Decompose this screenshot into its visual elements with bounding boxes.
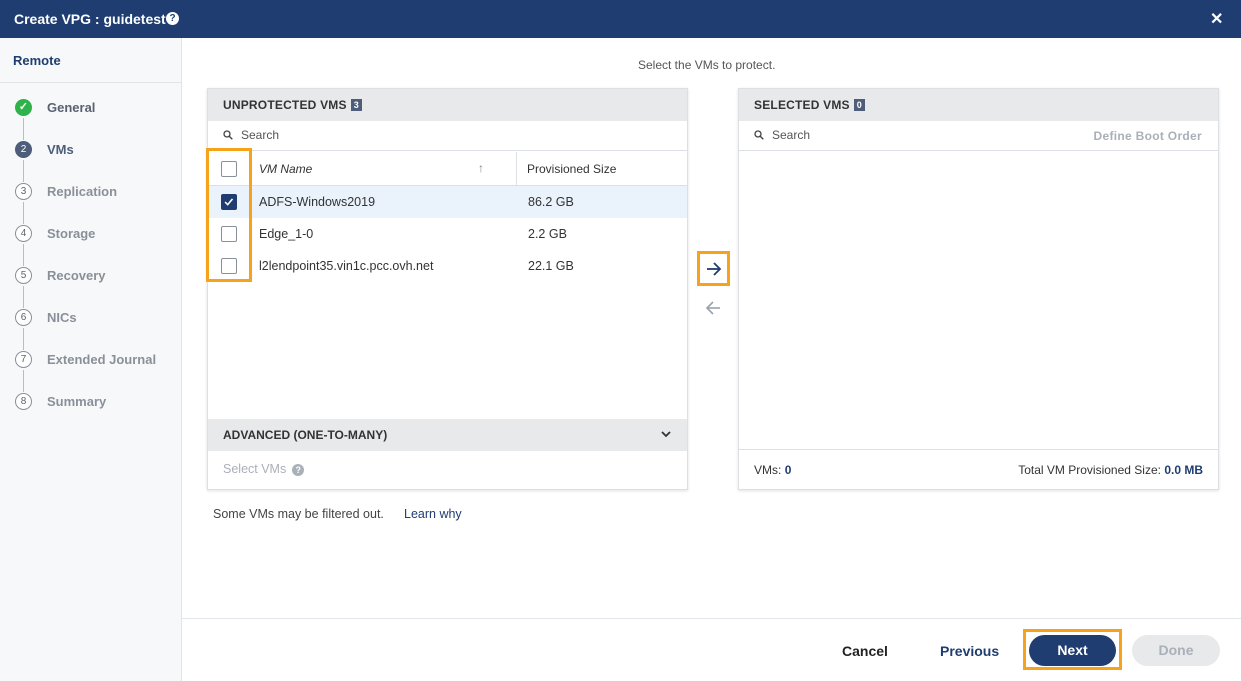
vms-count-value: 0 [784,463,792,477]
vm-size: 22.1 GB [528,259,574,273]
sidebar-section-remote: Remote [13,53,61,68]
step-number: 3 [15,183,32,200]
filter-note: Some VMs may be filtered out. [213,507,384,521]
step-number: 8 [15,393,32,410]
step-number: 5 [15,267,32,284]
search-bar [208,121,687,151]
learn-why-link[interactable]: Learn why [404,507,462,521]
cancel-button[interactable]: Cancel [842,643,888,659]
step-number: 4 [15,225,32,242]
step-number: 2 [15,141,32,158]
vm-size: 2.2 GB [528,227,567,241]
check-icon: ✓ [15,99,32,116]
step-storage[interactable]: 4 Storage [15,224,180,242]
vm-name: ADFS-Windows2019 [259,195,376,209]
step-connector [23,118,24,140]
step-label: Storage [47,226,96,241]
selected-summary: VMs: 0 Total VM Provisioned Size: 0.0 MB [739,449,1218,489]
done-button[interactable]: Done [1132,635,1220,666]
close-icon[interactable]: ✕ [1210,9,1223,29]
chevron-down-icon[interactable] [661,429,671,439]
step-connector [23,244,24,266]
count-badge: 0 [853,99,865,111]
next-button[interactable]: Next [1029,635,1116,666]
select-vms-label: Select VMs [223,462,287,476]
arrow-right-icon [707,262,722,276]
selected-vms-panel: SELECTED VMS0 Define Boot Order VMs: 0 T… [738,88,1219,490]
column-divider [516,152,517,186]
vm-name: l2lendpoint35.vin1c.pcc.ovh.net [259,259,434,273]
step-connector [23,202,24,224]
step-label: NICs [47,310,77,325]
table-row[interactable]: Edge_1-0 2.2 GB [208,218,687,250]
count-badge: 3 [350,99,362,111]
search-bar: Define Boot Order [739,121,1218,151]
step-label: VMs [47,142,74,157]
window-title: Create VPG : guidetest [14,11,166,27]
total-size-value: 0.0 MB [1164,463,1203,477]
total-size-label: Total VM Provisioned Size: [1018,463,1161,477]
unprotected-vms-panel: UNPROTECTED VMS3 VM Name ↑ Provisioned S… [207,88,688,490]
step-connector [23,370,24,392]
step-connector [23,286,24,308]
panel-header: UNPROTECTED VMS 3 [208,89,687,121]
step-number: 7 [15,351,32,368]
wizard-sidebar: Remote ✓ General 2 VMs 3 Replication 4 S… [0,38,182,681]
panel-title: UNPROTECTED VMS [223,98,347,112]
table-row[interactable]: l2lendpoint35.vin1c.pcc.ovh.net 22.1 GB [208,250,687,282]
step-replication[interactable]: 3 Replication [15,182,180,200]
panel-header: SELECTED VMS 0 [739,89,1218,121]
vm-name: Edge_1-0 [259,227,314,241]
step-number: 6 [15,309,32,326]
step-summary[interactable]: 8 Summary [15,392,180,410]
search-input[interactable] [241,128,461,142]
vm-size: 86.2 GB [528,195,574,209]
select-vms-field[interactable]: Select VMs? [223,462,305,476]
step-label: Recovery [47,268,106,283]
sidebar-divider [0,82,181,83]
step-label: Extended Journal [47,352,157,367]
step-label: General [47,100,96,115]
search-input[interactable] [772,128,992,142]
help-icon[interactable]: ? [292,464,305,476]
instruction-text: Select the VMs to protect. [638,58,776,72]
step-general[interactable]: ✓ General [15,98,180,116]
table-header: VM Name ↑ Provisioned Size [208,152,687,186]
advanced-section-header[interactable]: ADVANCED (ONE-TO-MANY) [208,419,687,451]
column-header-vm-name[interactable]: VM Name [259,162,312,176]
table-row[interactable]: ADFS-Windows2019 86.2 GB [208,186,687,218]
step-label: Replication [47,184,118,199]
sort-ascending-icon[interactable]: ↑ [478,161,484,175]
step-extended-journal[interactable]: 7 Extended Journal [15,350,180,368]
search-icon [754,130,764,140]
step-nics[interactable]: 6 NICs [15,308,180,326]
step-connector [23,160,24,182]
step-connector [23,328,24,350]
define-boot-order-link[interactable]: Define Boot Order [1094,129,1202,143]
previous-button[interactable]: Previous [940,643,999,659]
panel-title: SELECTED VMS [754,98,850,112]
help-icon[interactable]: ? [166,12,179,25]
column-header-provisioned-size[interactable]: Provisioned Size [527,162,616,176]
search-icon [223,130,233,140]
step-label: Summary [47,394,107,409]
step-recovery[interactable]: 5 Recovery [15,266,180,284]
add-to-selected-button[interactable] [697,251,730,286]
step-vms[interactable]: 2 VMs [15,140,180,158]
arrow-left-icon[interactable] [703,298,723,318]
vms-count-label: VMs: [754,463,782,477]
title-bar: Create VPG : guidetest ? ✕ [0,0,1241,38]
checkbox-highlight [206,148,252,282]
advanced-title: ADVANCED (ONE-TO-MANY) [223,428,388,442]
